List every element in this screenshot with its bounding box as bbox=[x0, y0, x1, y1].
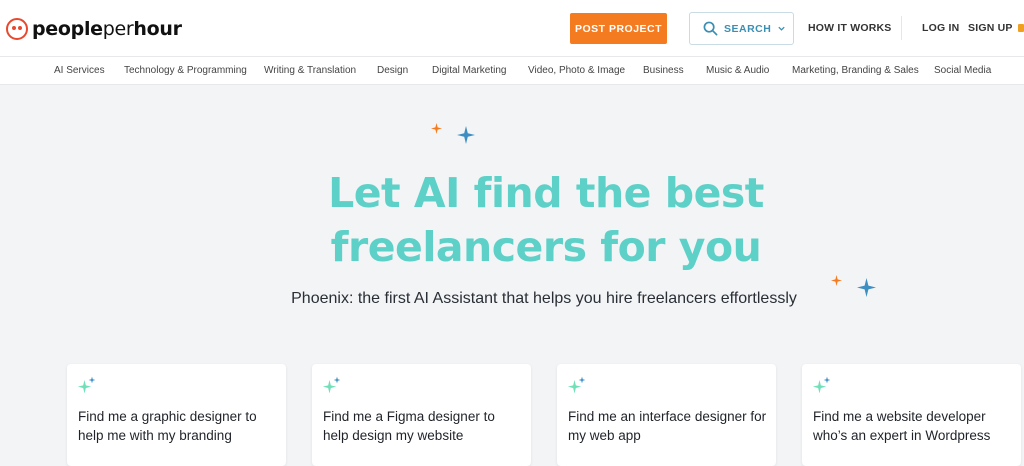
category-technology-programming[interactable]: Technology & Programming bbox=[124, 65, 247, 76]
suggestion-text: Find me a website developer who’s an exp… bbox=[813, 409, 991, 443]
search-icon bbox=[703, 21, 718, 36]
category-ai-services[interactable]: AI Services bbox=[54, 65, 105, 76]
sparkle-icon bbox=[831, 275, 842, 286]
search-button[interactable]: SEARCH bbox=[689, 12, 794, 45]
logo-icon bbox=[6, 18, 28, 40]
chevron-down-icon bbox=[778, 26, 785, 31]
sparkle-icon bbox=[77, 376, 96, 394]
suggestion-text: Find me an interface designer for my web… bbox=[568, 409, 767, 443]
sparkle-icon bbox=[812, 376, 831, 394]
hero-title-line-1: Let AI find the best bbox=[328, 169, 764, 217]
suggestion-text: Find me a Figma designer to help design … bbox=[323, 409, 495, 443]
sparkle-icon bbox=[457, 126, 475, 144]
suggestion-card[interactable]: Find me an interface designer for my web… bbox=[557, 364, 776, 466]
category-nav: AI Services Technology & Programming Wri… bbox=[0, 56, 1024, 85]
category-design[interactable]: Design bbox=[377, 65, 408, 76]
suggestion-card[interactable]: Find me a graphic designer to help me wi… bbox=[67, 364, 286, 466]
header-divider bbox=[901, 16, 902, 40]
top-header: peopleperhour POST PROJECT SEARCH HOW IT… bbox=[0, 0, 1024, 56]
sign-up-link[interactable]: SIGN UP bbox=[968, 22, 1013, 34]
suggestion-text: Find me a graphic designer to help me wi… bbox=[78, 409, 257, 443]
category-writing-translation[interactable]: Writing & Translation bbox=[264, 65, 356, 76]
edge-accent bbox=[1018, 24, 1024, 32]
category-social-media[interactable]: Social Media bbox=[934, 65, 991, 76]
sparkle-icon bbox=[567, 376, 586, 394]
category-video-photo-image[interactable]: Video, Photo & Image bbox=[528, 65, 625, 76]
suggestion-card[interactable]: Find me a Figma designer to help design … bbox=[312, 364, 531, 466]
category-music-audio[interactable]: Music & Audio bbox=[706, 65, 769, 76]
category-marketing-branding-sales[interactable]: Marketing, Branding & Sales bbox=[792, 65, 919, 76]
logo[interactable]: peopleperhour bbox=[6, 17, 182, 41]
hero-title: Let AI find the best freelancers for you bbox=[0, 166, 1024, 274]
how-it-works-link[interactable]: HOW IT WORKS bbox=[808, 22, 891, 34]
post-project-button[interactable]: POST PROJECT bbox=[570, 13, 667, 44]
category-business[interactable]: Business bbox=[643, 65, 684, 76]
search-label: SEARCH bbox=[724, 22, 772, 35]
sparkle-icon bbox=[322, 376, 341, 394]
sparkle-icon bbox=[431, 123, 442, 134]
hero-title-line-2: freelancers for you bbox=[330, 223, 762, 271]
log-in-link[interactable]: LOG IN bbox=[922, 22, 959, 34]
logo-text: peopleperhour bbox=[32, 18, 182, 40]
category-digital-marketing[interactable]: Digital Marketing bbox=[432, 65, 506, 76]
suggestion-card[interactable]: Find me a website developer who’s an exp… bbox=[802, 364, 1021, 466]
hero-subtitle: Phoenix: the first AI Assistant that hel… bbox=[291, 290, 797, 307]
